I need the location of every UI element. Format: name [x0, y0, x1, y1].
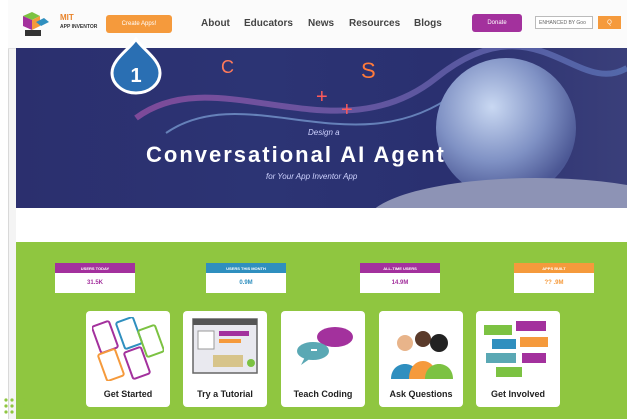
logo-title: MIT [60, 13, 74, 22]
svg-text:+: + [341, 99, 353, 121]
svg-text:+: + [316, 86, 328, 108]
tutorial-screen-icon [192, 318, 258, 374]
hero-title: Conversational AI Agent [146, 142, 446, 167]
card-label: Teach Coding [293, 389, 353, 399]
logo-cube-icon [23, 12, 49, 36]
card-teach-coding[interactable]: Teach Coding [281, 311, 365, 407]
stat-value: ?? .9M [544, 280, 564, 286]
stat-label: USERS TODAY [55, 263, 135, 273]
donate-button[interactable]: Donate [472, 14, 522, 32]
hero-subtitle-bottom: for Your App Inventor App [266, 172, 358, 181]
card-label: Try a Tutorial [197, 389, 253, 399]
site-header: MIT APP INVENTOR Create Apps! About Educ… [8, 0, 627, 49]
stat-all-time-users: ALL-TIME USERS 14.9M [360, 263, 440, 293]
nav-blogs[interactable]: Blogs [414, 18, 442, 29]
nav-resources[interactable]: Resources [349, 18, 400, 29]
phones-icon [92, 317, 164, 381]
stat-label: USERS THIS MONTH [206, 263, 286, 273]
nav-news[interactable]: News [308, 18, 334, 29]
decorative-dots [4, 398, 26, 414]
card-try-tutorial[interactable]: Try a Tutorial [183, 311, 267, 407]
stat-users-month: USERS THIS MONTH 0.9M [206, 263, 286, 293]
svg-text:C: C [221, 57, 234, 77]
stat-label: APPS BUILT [514, 263, 594, 273]
blocks-puzzle-icon [484, 321, 548, 377]
search-button[interactable]: Q [598, 16, 621, 29]
step-number-callout: 1 [110, 37, 162, 95]
hero-banner[interactable]: C + + S Design a Conversational AI Agent… [16, 48, 627, 208]
logo-subtitle: APP INVENTOR [60, 24, 98, 30]
card-label: Get Started [103, 389, 153, 399]
card-get-involved[interactable]: Get Involved [476, 311, 560, 407]
card-label: Get Involved [490, 389, 545, 399]
stat-label: ALL-TIME USERS [360, 263, 440, 273]
card-label: Ask Questions [389, 389, 453, 399]
stat-value: 14.9M [391, 280, 409, 286]
hero-subtitle-top: Design a [308, 128, 340, 137]
svg-text:S: S [361, 58, 376, 83]
nav-about[interactable]: About [201, 18, 230, 29]
chat-bubbles-icon [297, 327, 353, 365]
stat-value: 31.5K [86, 280, 103, 286]
people-icon [391, 331, 453, 379]
content-spacer [16, 208, 627, 242]
stat-users-today: USERS TODAY 31.5K [55, 263, 135, 293]
card-ask-questions[interactable]: Ask Questions [379, 311, 463, 407]
search-input[interactable]: ENHANCED BY Goo [535, 16, 593, 29]
app-inventor-logo[interactable]: MIT APP INVENTOR [20, 8, 97, 40]
card-get-started[interactable]: Get Started [86, 311, 170, 407]
create-apps-button[interactable]: Create Apps! [106, 15, 172, 33]
stat-apps-built: APPS BUILT ?? .9M [514, 263, 594, 293]
stat-value: 0.9M [239, 280, 253, 286]
nav-educators[interactable]: Educators [244, 18, 293, 29]
callout-number: 1 [130, 65, 141, 87]
